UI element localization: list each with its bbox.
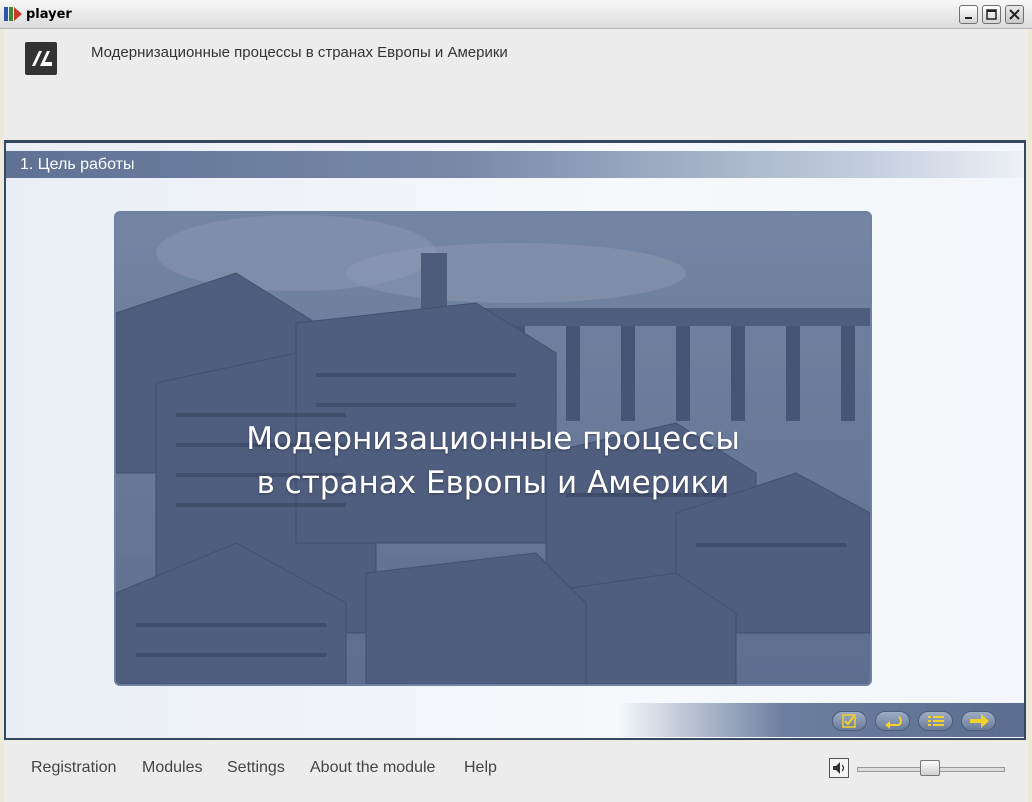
menu-registration[interactable]: Registration <box>31 759 116 777</box>
menu-modules[interactable]: Modules <box>142 759 202 777</box>
next-button[interactable] <box>961 711 996 731</box>
close-button[interactable] <box>1005 5 1024 24</box>
section-title: 1. Цель работы <box>20 156 135 173</box>
check-icon <box>842 714 856 728</box>
course-title: Модернизационные процессы в странах Евро… <box>91 44 508 61</box>
menu-settings[interactable]: Settings <box>227 759 285 777</box>
list-icon <box>928 716 944 726</box>
window-title: player <box>26 7 72 22</box>
menu-about[interactable]: About the module <box>310 759 435 777</box>
hero-image: Модернизационные процессы в странах Евро… <box>114 211 872 686</box>
section-header: 1. Цель работы <box>6 151 1024 178</box>
maximize-icon <box>986 9 997 20</box>
content-frame: 1. Цель работы Модернизационные процессы… <box>4 140 1026 740</box>
volume-slider-thumb[interactable] <box>920 760 940 776</box>
window-titlebar: player <box>0 0 1032 29</box>
hero-title-line-2: в странах Европы и Америки <box>256 465 730 501</box>
logo <box>25 42 57 75</box>
app-icon <box>4 7 22 21</box>
minimize-button[interactable] <box>959 5 978 24</box>
volume-button[interactable] <box>829 758 849 778</box>
contents-button[interactable] <box>918 711 953 731</box>
bottom-menu: Registration Modules Settings About the … <box>4 741 1028 802</box>
speaker-icon <box>833 762 845 774</box>
check-button[interactable] <box>832 711 867 731</box>
close-icon <box>1009 9 1020 20</box>
course-header: Модернизационные процессы в странах Евро… <box>4 29 1028 139</box>
return-button[interactable] <box>875 711 910 731</box>
maximize-button[interactable] <box>982 5 1001 24</box>
back-arrow-icon <box>885 716 902 729</box>
slide-navigation <box>618 703 1024 737</box>
hero-title-line-1: Модернизационные процессы <box>246 421 740 457</box>
minimize-icon <box>965 17 972 19</box>
logo-icon <box>32 51 52 66</box>
menu-help[interactable]: Help <box>464 759 497 777</box>
next-arrow-icon <box>970 714 989 728</box>
